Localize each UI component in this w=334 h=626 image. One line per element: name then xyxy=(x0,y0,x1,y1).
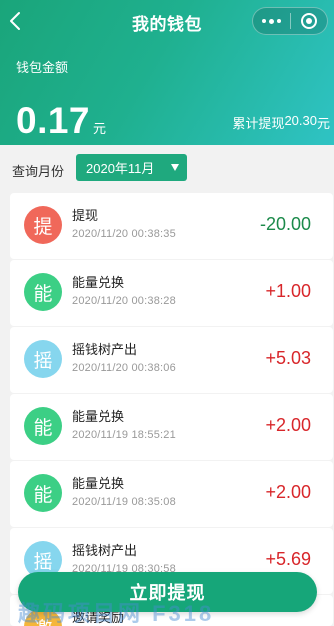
record-title: 能量兑换 xyxy=(72,275,125,290)
list-item[interactable]: 能 能量兑换 2020/11/19 08:35:08 +2.00 xyxy=(10,461,333,527)
more-dots-icon[interactable] xyxy=(253,8,290,34)
total-withdraw: 累计提现 20.30 元 xyxy=(232,113,330,132)
month-filter: 查询月份 2020年11月 xyxy=(0,148,334,188)
record-amount: +1.00 xyxy=(265,281,311,301)
record-amount: +2.00 xyxy=(265,482,311,502)
record-amount: +2.00 xyxy=(265,415,311,435)
record-title: 能量兑换 xyxy=(72,476,125,491)
month-select[interactable]: 2020年11月 xyxy=(76,154,187,181)
balance-display: 0.17 元 xyxy=(16,100,106,142)
record-time: 2020/11/19 18:55:21 xyxy=(72,429,176,441)
record-time: 2020/11/20 00:38:06 xyxy=(72,362,176,374)
record-time: 2020/11/20 00:38:28 xyxy=(72,295,176,307)
month-select-value: 2020年11月 xyxy=(86,161,155,176)
list-item[interactable]: 能 能量兑换 2020/11/20 00:38:28 +1.00 xyxy=(10,260,333,326)
record-title: 摇钱树产出 xyxy=(72,543,138,558)
record-time: 2020/11/20 00:38:35 xyxy=(72,228,176,240)
list-item[interactable]: 摇 摇钱树产出 2020/11/20 00:38:06 +5.03 xyxy=(10,327,333,393)
record-amount: +5.69 xyxy=(265,549,311,569)
record-title: 能量兑换 xyxy=(72,409,125,424)
record-type-icon: 提 xyxy=(24,206,62,244)
total-withdraw-label: 累计提现 xyxy=(232,116,285,131)
record-type-icon: 能 xyxy=(24,474,62,512)
record-amount: -20.00 xyxy=(259,214,311,234)
record-time: 2020/11/19 08:35:08 xyxy=(72,496,176,508)
list-item[interactable]: 提 提现 2020/11/20 00:38:35 -20.00 xyxy=(10,193,333,259)
wallet-amount-label: 钱包金额 xyxy=(16,60,69,75)
total-withdraw-unit: 元 xyxy=(316,116,330,131)
query-month-label: 查询月份 xyxy=(12,164,65,179)
record-type-icon: 能 xyxy=(24,407,62,445)
balance-unit: 元 xyxy=(93,121,107,136)
withdraw-now-button[interactable]: 立即提现 xyxy=(18,572,317,612)
list-item[interactable]: 能 能量兑换 2020/11/19 18:55:21 +2.00 xyxy=(10,394,333,460)
record-title: 摇钱树产出 xyxy=(72,342,138,357)
wallet-header: 我的钱包 钱包金额 0.17 元 累计提现 20.30 元 xyxy=(0,0,334,145)
record-amount: +5.03 xyxy=(265,348,311,368)
target-circle-icon[interactable] xyxy=(291,8,327,34)
nav-bar: 我的钱包 xyxy=(0,0,334,42)
balance-value: 0.17 xyxy=(16,100,91,141)
record-type-icon: 能 xyxy=(24,273,62,311)
record-type-icon: 摇 xyxy=(24,340,62,378)
mini-program-capsule xyxy=(252,7,328,35)
caret-down-icon xyxy=(171,164,179,171)
total-withdraw-value: 20.30 xyxy=(284,113,317,128)
record-title: 提现 xyxy=(72,208,99,223)
